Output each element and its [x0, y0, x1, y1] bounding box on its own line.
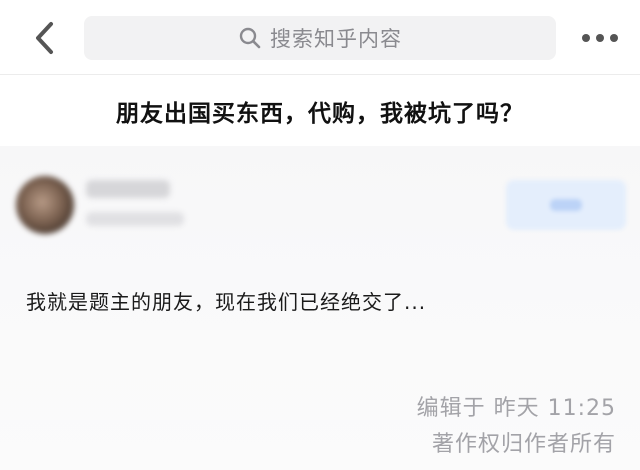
search-icon: [238, 26, 262, 50]
chevron-left-icon: [36, 22, 53, 54]
more-options-button[interactable]: [578, 24, 622, 52]
question-title[interactable]: 朋友出国买东西，代购，我被坑了吗？: [0, 94, 640, 128]
search-input[interactable]: 搜索知乎内容: [84, 16, 556, 60]
answer-content[interactable]: 我就是题主的朋友，现在我们已经绝交了...: [26, 286, 426, 315]
back-button[interactable]: [26, 18, 62, 58]
edit-timestamp: 编辑于 昨天 11:25: [416, 396, 616, 421]
author-bio-blurred: [86, 212, 184, 226]
search-placeholder: 搜索知乎内容: [270, 27, 402, 51]
author-name-blurred[interactable]: [86, 180, 170, 198]
copyright-notice: 著作权归作者所有: [431, 432, 616, 457]
top-navigation-bar: 搜索知乎内容: [0, 0, 640, 75]
follow-button-label-blurred: [550, 199, 582, 211]
follow-button[interactable]: [506, 180, 626, 230]
author-info: [0, 146, 640, 264]
more-dots-icon: [582, 34, 618, 42]
avatar[interactable]: [16, 176, 74, 234]
